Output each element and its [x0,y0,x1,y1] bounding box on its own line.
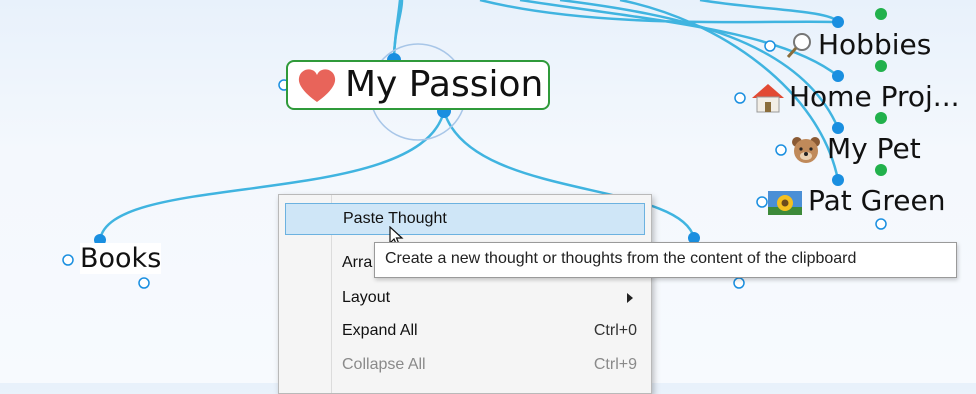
central-thought-label[interactable]: My Passion [345,64,543,105]
magnifier-icon [786,33,811,58]
menu-item-shortcut: Ctrl+0 [593,322,637,339]
house-icon [752,84,784,113]
menu-item-label: Expand All [342,322,418,339]
thought-pat-green[interactable]: Pat Green [808,184,945,217]
heart-icon [298,69,336,102]
menu-item-shortcut: Ctrl+9 [593,356,637,373]
thought-hobbies[interactable]: Hobbies [818,28,931,61]
thought-books[interactable]: Books [80,243,162,274]
menu-item-label: Arra [342,254,373,271]
menu-item-label: Layout [342,289,391,306]
menu-item-collapse-all[interactable]: Collapse All Ctrl+9 [285,350,645,382]
sunflower-photo-icon [768,191,802,215]
thought-my-pet[interactable]: My Pet [827,132,921,165]
menu-item-paste-thought[interactable]: Paste Thought [285,203,645,235]
dog-icon [792,137,820,163]
menu-item-label: Collapse All [342,356,426,373]
thought-home-projects[interactable]: Home Proj... [789,80,960,113]
context-menu: Paste Thought Arra Layout Expand All Ctr… [278,194,652,394]
menu-item-expand-all[interactable]: Expand All Ctrl+0 [285,316,645,348]
tooltip: Create a new thought or thoughts from th… [374,242,957,278]
submenu-arrow-icon [627,293,633,303]
menu-item-layout[interactable]: Layout [285,283,645,315]
